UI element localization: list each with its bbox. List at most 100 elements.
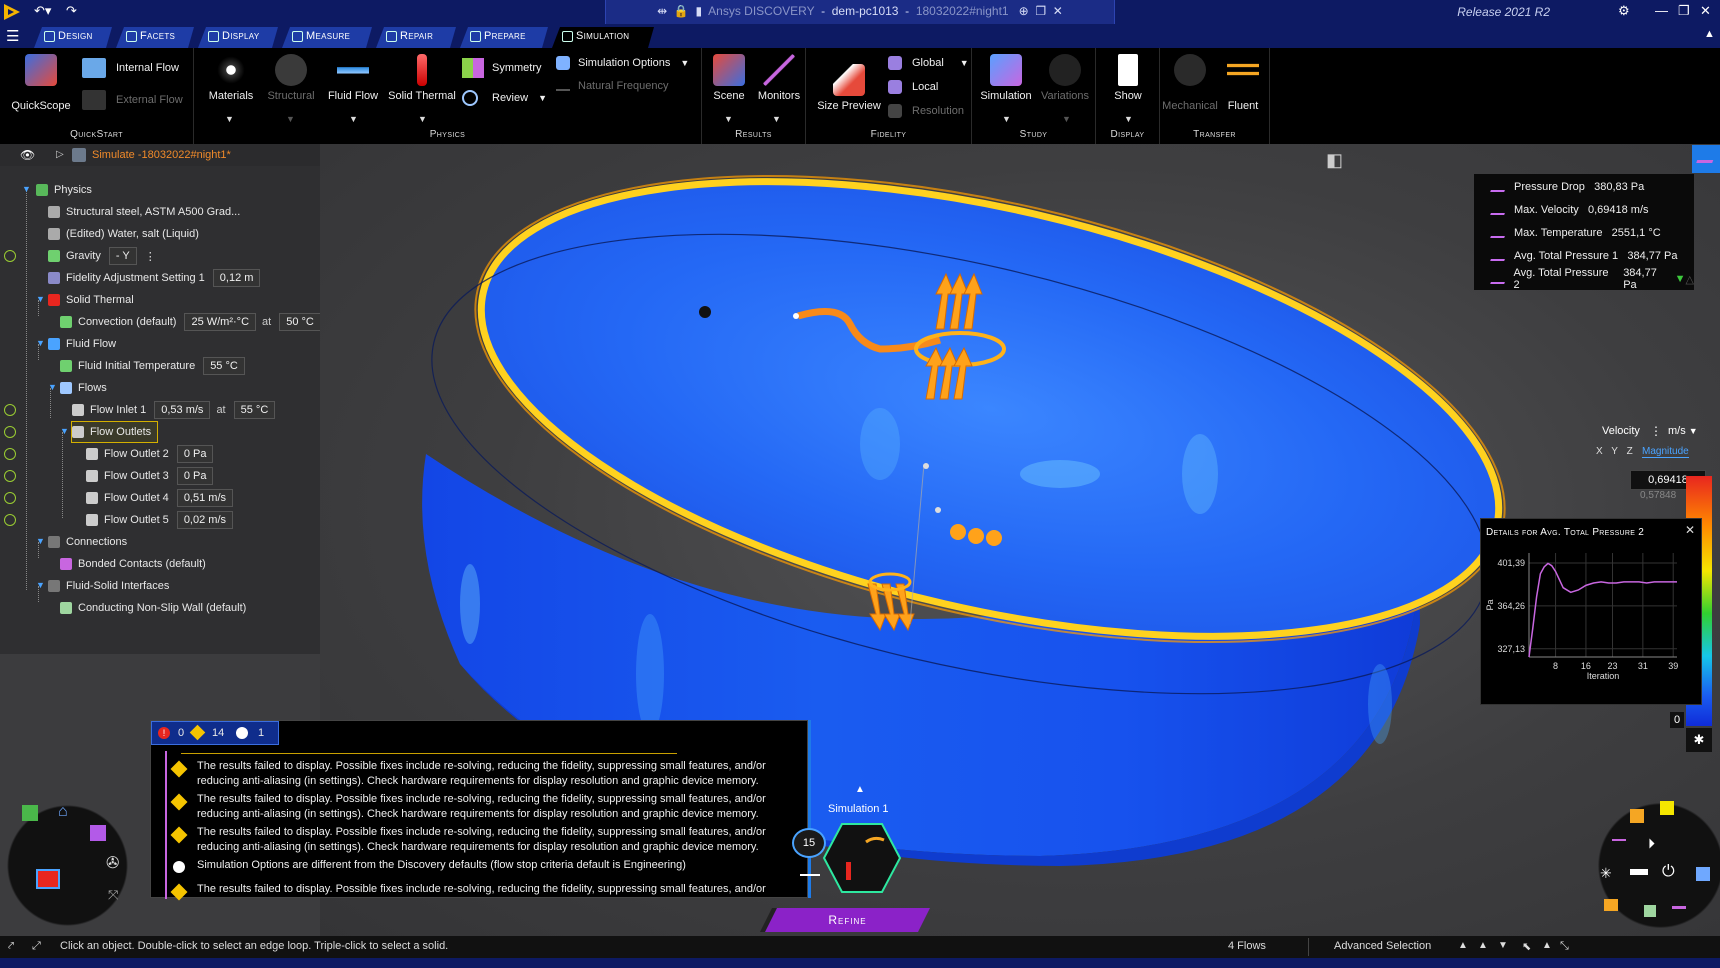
tab-facets[interactable]: Facets	[116, 27, 194, 48]
messages-resize-handle[interactable]	[808, 720, 811, 898]
menu-icon[interactable]: ☰	[6, 27, 19, 45]
review-button[interactable]: Review ▼	[462, 90, 547, 106]
tab-design[interactable]: Design	[34, 27, 112, 48]
tree-expand-icon[interactable]: ▼	[48, 382, 57, 392]
tree-item-fluid-solid-interfaces[interactable]: Fluid-Solid Interfaces	[48, 576, 169, 596]
selection-mode[interactable]: Advanced Selection	[1334, 940, 1431, 952]
show-button[interactable]: Show	[1102, 54, 1154, 102]
pivot-point[interactable]	[923, 463, 929, 469]
tree-item-fidelity[interactable]: Fidelity Adjustment Setting 1 0,12 m	[48, 268, 261, 288]
resolution-button[interactable]: Resolution	[888, 104, 964, 118]
message-item[interactable]: The results failed to display. Possible …	[197, 759, 795, 789]
flow-lines-icon[interactable]	[1612, 839, 1626, 847]
pivot-point[interactable]	[935, 507, 941, 513]
tree-item-value[interactable]: 0 Pa	[176, 445, 214, 463]
redo-icon[interactable]: ↷	[66, 3, 77, 19]
tree-root-label[interactable]: Simulate -18032022#night1*	[92, 149, 231, 161]
material-icon[interactable]	[1630, 809, 1644, 823]
tree-item-value[interactable]: 50 °C	[279, 313, 321, 331]
message-item[interactable]: Simulation Options are different from th…	[197, 858, 795, 873]
refine-button[interactable]: Refine	[765, 908, 930, 932]
legend-mode-magnitude[interactable]: Magnitude	[1642, 446, 1689, 458]
tree-item-flow-outlets[interactable]: Flow Outlets	[70, 421, 159, 443]
external-flow-button[interactable]: External Flow	[82, 90, 183, 110]
close-icon[interactable]: ✕	[1700, 3, 1711, 19]
section-view-icon[interactable]: ◧	[1326, 150, 1343, 171]
unit-dropdown-icon[interactable]: ▼	[1689, 426, 1698, 436]
tree-expand-icon[interactable]: ▼	[36, 536, 45, 546]
tree-item-menu-icon[interactable]: ⋮	[145, 250, 156, 263]
monitor-gear-icon[interactable]: ✳	[1600, 865, 1612, 882]
tree-item-value[interactable]: 0,12 m	[212, 269, 261, 287]
iteration-count-badge[interactable]: 15	[792, 828, 826, 858]
legend-unit[interactable]: m/s ▼	[1668, 425, 1698, 437]
triad-icon[interactable]	[36, 869, 60, 889]
pin-icon[interactable]	[4, 250, 16, 262]
pin-icon[interactable]	[4, 448, 16, 460]
structural-dropdown-icon[interactable]: ▼	[286, 114, 295, 124]
undo-icon[interactable]: ↶▾	[34, 3, 51, 19]
pin-icon[interactable]	[4, 492, 16, 504]
tree-item-value[interactable]: 55 °C	[203, 357, 245, 375]
tree-item-physics[interactable]: Physics	[36, 180, 92, 200]
film-icon[interactable]: ✇	[106, 853, 119, 873]
lock-icon[interactable]: 🔒	[674, 4, 689, 18]
plane-icon[interactable]	[1644, 905, 1656, 917]
tree-item-non-slip-wall[interactable]: Conducting Non-Slip Wall (default)	[60, 598, 246, 618]
internal-flow-button[interactable]: Internal Flow	[82, 58, 179, 78]
pointer-icon[interactable]: ⬉	[1522, 940, 1531, 953]
scene-dropdown-icon[interactable]: ▼	[724, 114, 733, 124]
tree-item-convection[interactable]: Convection (default) 25 W/m²·°C at 50 °C	[60, 312, 321, 332]
legend-settings-icon[interactable]: ✱	[1686, 728, 1712, 752]
hud-expand-icon[interactable]: ▲	[855, 784, 865, 795]
pin-icon[interactable]: ⇹	[657, 4, 667, 18]
select-mode-icon[interactable]: ⤢	[32, 940, 41, 953]
global-dropdown-icon[interactable]: ▼	[960, 58, 969, 68]
monitor-row[interactable]: Max. Temperature 2551,1 °C	[1490, 223, 1661, 243]
tree-item-fluid-temperature[interactable]: Fluid Initial Temperature 55 °C	[60, 356, 245, 376]
tree-expand-icon[interactable]: ▼	[60, 426, 69, 436]
collapse-ribbon-icon[interactable]: ▲	[1704, 28, 1715, 40]
scene-button[interactable]: Scene	[706, 54, 752, 102]
tree-expand-icon[interactable]: ▼	[36, 580, 45, 590]
tree-item-connections[interactable]: Connections	[48, 532, 127, 552]
pin-icon[interactable]	[4, 426, 16, 438]
view-navigator-left[interactable]: ⌂ ✇ ⤧	[0, 795, 135, 936]
fluid-flow-dropdown-icon[interactable]: ▼	[349, 114, 358, 124]
power-icon[interactable]: ⏻	[1662, 863, 1675, 881]
cube-icon[interactable]	[1660, 801, 1674, 815]
tab-measure[interactable]: Measure	[282, 27, 372, 48]
simulation-hex-button[interactable]	[822, 822, 902, 894]
slider-icon[interactable]	[1630, 869, 1648, 875]
play-icon[interactable]: ⏵	[1648, 835, 1655, 852]
solid-thermal-button[interactable]: Solid Thermal	[380, 54, 464, 102]
simulation-options-dropdown-icon[interactable]: ▼	[680, 58, 689, 68]
simulation-dropdown-icon[interactable]: ▼	[1002, 114, 1011, 124]
tree-item-bonded-contacts[interactable]: Bonded Contacts (default)	[60, 554, 206, 574]
tree-item-value[interactable]: 0,02 m/s	[176, 511, 233, 529]
iso-view-icon[interactable]	[22, 805, 38, 821]
mechanical-button[interactable]: Mechanical	[1160, 54, 1220, 112]
symmetry-button[interactable]: Symmetry	[462, 58, 542, 78]
pin-icon[interactable]	[4, 514, 16, 526]
message-item[interactable]: The results failed to display. Possible …	[197, 792, 795, 822]
pick-up-icon[interactable]: ▲	[1542, 940, 1552, 951]
simulation-button[interactable]: Simulation	[974, 54, 1038, 102]
monitor-row[interactable]: Pressure Drop 380,83 Pa	[1490, 177, 1644, 197]
legend-quantity[interactable]: Velocity	[1602, 425, 1640, 437]
simulation-hud-label[interactable]: Simulation 1	[828, 803, 889, 815]
tree-item-material-steel[interactable]: Structural steel, ASTM A500 Grad...	[48, 202, 240, 222]
pin-icon[interactable]	[4, 470, 16, 482]
maximize-icon[interactable]: ❐	[1678, 3, 1690, 19]
chart-icon[interactable]	[1672, 899, 1686, 909]
tree-item-value[interactable]: 0,53 m/s	[154, 401, 211, 419]
tree-item-value[interactable]: - Y	[108, 247, 137, 265]
warning-icon[interactable]	[189, 724, 206, 741]
tree-item-flow-outlet-3[interactable]: Flow Outlet 3 0 Pa	[86, 466, 214, 486]
tree-item-flow-outlet-4[interactable]: Flow Outlet 4 0,51 m/s	[86, 488, 233, 508]
tree-item-value[interactable]: 0,51 m/s	[176, 489, 233, 507]
materials-dropdown-icon[interactable]: ▼	[225, 114, 234, 124]
close-doc-icon[interactable]: ✕	[1053, 4, 1063, 18]
tab-simulation[interactable]: Simulation	[552, 27, 654, 48]
select-tool-icon[interactable]: ⤤	[8, 940, 14, 953]
